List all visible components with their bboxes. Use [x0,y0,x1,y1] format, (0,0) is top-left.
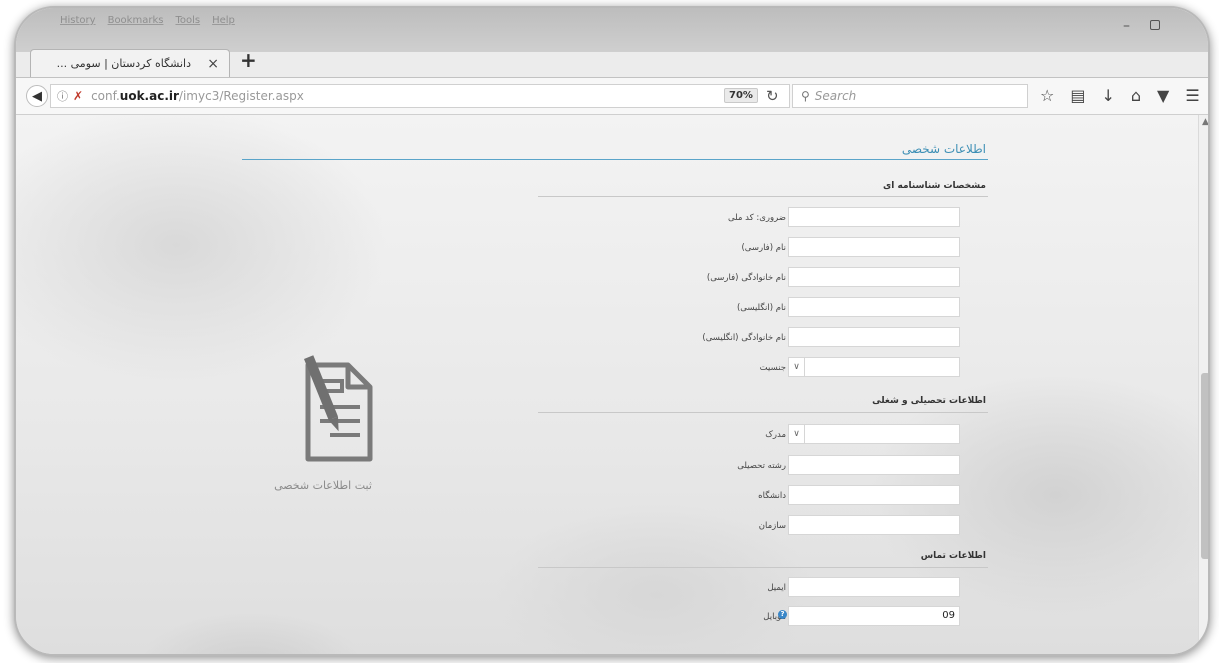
search-placeholder: Search [814,89,857,103]
field-label-gender: جنسیت [759,363,786,373]
group-divider [538,196,988,197]
first-name-en-field[interactable] [788,297,960,317]
field-label-degree: مدرک [765,430,786,440]
page-content: اطلاعات شخصی مشخصات شناسنامه ای ضروری: ک… [16,115,1198,654]
last-name-fa-field[interactable] [788,267,960,287]
email-field[interactable] [788,577,960,597]
tab-title: دانشگاه کردستان | سومی ... [56,57,191,70]
download-icon[interactable]: ↓ [1101,86,1114,105]
national-code-field[interactable] [788,207,960,227]
insecure-lock-icon[interactable]: ✗ [73,89,83,103]
chevron-down-icon[interactable]: ∨ [789,425,805,443]
field-label-first-name-en: نام (انگلیسی) [736,303,786,313]
toolbar-icons: ☆ ▤ ↓ ⌂ ▼ ☰ [1040,86,1200,105]
pocket-icon[interactable]: ▼ [1157,86,1169,105]
field-label-mobile: موبایل [763,612,786,622]
chevron-down-icon[interactable]: ∨ [789,358,805,376]
url-prefix: conf. [91,89,120,103]
scroll-up-icon[interactable]: ▲ [1202,117,1208,127]
mobile-value: 09 [942,610,955,621]
field-label-university: دانشگاه [758,491,786,501]
search-input[interactable]: ⚲ Search [792,84,1028,108]
minimize-icon[interactable]: – [1123,18,1130,34]
group-divider [538,412,988,413]
field-label-national-code: ضروری: کد ملی [626,213,786,223]
menu-help[interactable]: Help [212,15,235,26]
menu-items: History Bookmarks Tools Help [60,15,235,26]
major-field[interactable] [788,455,960,475]
page-title: اطلاعات شخصی [901,142,986,156]
zoom-level-button[interactable]: 70% [724,88,758,103]
field-label-email: ایمیل [767,583,786,593]
document-edit-icon [304,355,373,462]
help-icon[interactable]: ? [778,610,787,619]
vertical-scrollbar[interactable]: ▲ [1198,115,1208,654]
field-label-last-name-en: نام خانوادگی (انگلیسی) [702,333,786,343]
browser-tab[interactable]: دانشگاه کردستان | سومی ... × [30,49,230,77]
reload-icon[interactable]: ↻ [766,87,779,105]
menu-icon[interactable]: ☰ [1185,86,1199,105]
field-label-text: کد ملی [727,213,754,223]
url-host: uok.ac.ir [119,89,179,103]
group-heading-contact: اطلاعات تماس [920,551,986,561]
group-heading-education: اطلاعات تحصیلی و شغلی [872,396,986,406]
mobile-field[interactable]: 09 [788,606,960,626]
url-path: /imyc3/Register.aspx [178,89,304,103]
reader-icon[interactable]: ▤ [1070,86,1085,105]
degree-select[interactable]: ∨ [788,424,960,444]
last-name-en-field[interactable] [788,327,960,347]
side-caption: ثبت اطلاعات شخصی [274,479,372,492]
close-tab-icon[interactable]: × [207,56,219,72]
scrollbar-thumb[interactable] [1201,373,1208,559]
home-icon[interactable]: ⌂ [1131,86,1141,105]
navigation-bar: ◀ ⓘ ✗ conf. uok.ac.ir/imyc3/Register.aspx… [16,77,1208,115]
first-name-fa-field[interactable] [788,237,960,257]
back-button[interactable]: ◀ [26,85,48,107]
university-field[interactable] [788,485,960,505]
field-label-major: رشته تحصیلی [737,461,786,471]
gender-select[interactable]: ∨ [788,357,960,377]
required-label: ضروری: [756,213,786,223]
search-icon: ⚲ [801,89,810,103]
menu-bar: History Bookmarks Tools Help – [16,8,1208,52]
title-divider [242,159,988,160]
organization-field[interactable] [788,515,960,535]
new-tab-button[interactable]: + [240,48,257,72]
address-bar[interactable]: ⓘ ✗ conf. uok.ac.ir/imyc3/Register.aspx [50,84,790,108]
field-label-organization: سازمان [758,521,786,531]
star-icon[interactable]: ☆ [1040,86,1054,105]
menu-bookmarks[interactable]: Bookmarks [108,15,164,26]
group-divider [538,567,988,568]
menu-history[interactable]: History [60,15,96,26]
field-label-last-name-fa: نام خانوادگی (فارسی) [706,273,786,283]
field-label-first-name-fa: نام (فارسی) [741,243,786,253]
group-heading-identity: مشخصات شناسنامه ای [883,181,986,191]
info-icon[interactable]: ⓘ [57,88,68,104]
maximize-icon[interactable] [1150,20,1160,30]
menu-tools[interactable]: Tools [175,15,200,26]
browser-window: History Bookmarks Tools Help – دانشگاه ک… [14,6,1210,656]
